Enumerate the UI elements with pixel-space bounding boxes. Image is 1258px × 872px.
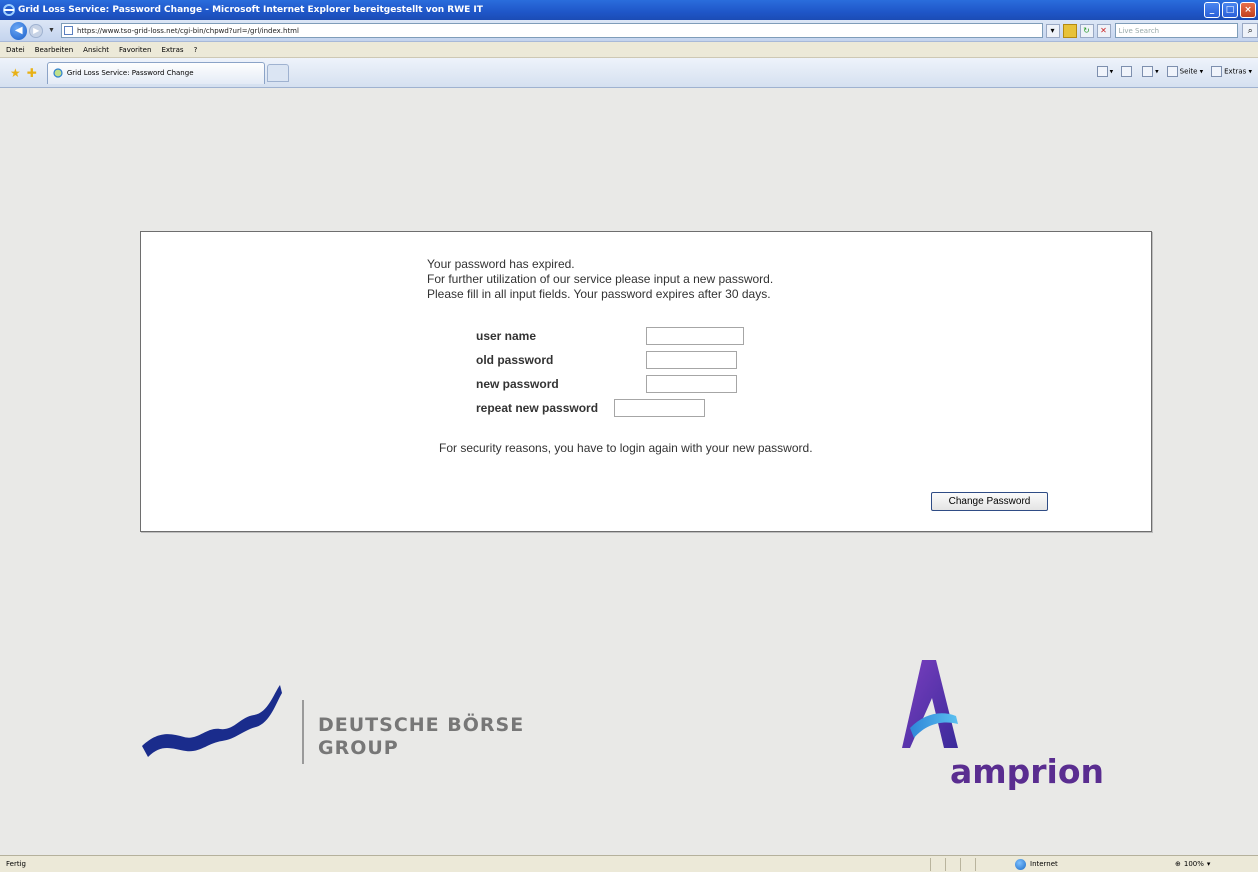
old-password-field[interactable] xyxy=(646,351,737,369)
expiry-line-2: For further utilization of our service p… xyxy=(427,272,774,286)
forward-button[interactable]: ▶ xyxy=(29,23,44,38)
favorites-star-icon[interactable]: ★ xyxy=(10,66,21,80)
deutsche-boerse-line2: GROUP xyxy=(318,737,399,759)
back-arrow-icon: ◀ xyxy=(14,25,23,36)
tools-menu[interactable]: Extras ▾ xyxy=(1211,66,1252,77)
command-bar: ▾ ▾ Seite ▾ Extras ▾ xyxy=(1096,66,1252,77)
stop-icon[interactable]: ✕ xyxy=(1096,23,1111,38)
menu-favoriten[interactable]: Favoriten xyxy=(119,46,151,54)
search-icon[interactable]: ⌕ xyxy=(1242,23,1258,38)
window-title-bar: Grid Loss Service: Password Change - Mic… xyxy=(0,0,1258,20)
amprion-logo-icon xyxy=(902,660,958,748)
tab-label: Grid Loss Service: Password Change xyxy=(66,69,194,77)
home-icon[interactable]: ▾ xyxy=(1096,66,1113,77)
maximize-button[interactable]: □ xyxy=(1222,2,1238,18)
expiry-line-1: Your password has expired. xyxy=(427,257,575,271)
gear-icon xyxy=(1211,66,1223,77)
logo-separator xyxy=(302,700,304,764)
search-input[interactable]: Live Search xyxy=(1114,23,1239,38)
address-url: https://www.tso-grid-loss.net/cgi-bin/ch… xyxy=(76,26,299,35)
deutsche-boerse-line1: DEUTSCHE BÖRSE xyxy=(318,714,525,736)
minimize-button[interactable]: _ xyxy=(1204,2,1220,18)
window-controls: _ □ × xyxy=(1204,2,1256,18)
ie-logo-icon xyxy=(3,4,15,16)
print-icon[interactable]: ▾ xyxy=(1142,66,1159,77)
globe-icon xyxy=(1015,858,1026,870)
amprion-wordmark: amprion xyxy=(950,752,1105,791)
tab-bar: ★ ✚ Grid Loss Service: Password Change ▾… xyxy=(0,58,1258,88)
feeds-icon[interactable] xyxy=(1121,66,1134,77)
page-content: Your password has expired. For further u… xyxy=(0,88,1258,855)
deutsche-boerse-wordmark: DEUTSCHE BÖRSE GROUP xyxy=(318,714,524,760)
ie-tab-icon xyxy=(53,68,63,78)
deutsche-boerse-logo-icon xyxy=(142,685,282,757)
zoom-control[interactable]: ⊕ 100% ▾ xyxy=(1175,860,1210,868)
new-tab-button[interactable] xyxy=(266,63,289,82)
security-zone[interactable]: Internet xyxy=(1015,858,1145,870)
repeat-new-password-label: repeat new password xyxy=(476,401,599,415)
menu-ansicht[interactable]: Ansicht xyxy=(83,46,109,54)
status-text: Fertig xyxy=(6,860,26,868)
page-menu-icon xyxy=(1166,66,1178,77)
status-bar: Fertig Internet ⊕ 100% ▾ xyxy=(0,855,1258,872)
zone-label: Internet xyxy=(1030,860,1058,868)
menu-help[interactable]: ? xyxy=(194,46,198,54)
tab-password-change[interactable]: Grid Loss Service: Password Change xyxy=(46,61,265,84)
add-favorite-icon[interactable]: ✚ xyxy=(27,66,37,80)
password-change-panel: Your password has expired. For further u… xyxy=(140,231,1152,532)
page-menu[interactable]: Seite ▾ xyxy=(1166,66,1203,77)
new-password-label: new password xyxy=(476,377,559,391)
address-dropdown-icon[interactable]: ▾ xyxy=(1045,23,1060,38)
security-note: For security reasons, you have to login … xyxy=(439,441,813,455)
repeat-new-password-field[interactable] xyxy=(614,399,705,417)
menu-extras[interactable]: Extras xyxy=(161,46,183,54)
menu-bar: Datei Bearbeiten Ansicht Favoriten Extra… xyxy=(0,42,1258,58)
expiry-message: Your password has expired. For further u… xyxy=(427,257,773,302)
zoom-dropdown-icon: ▾ xyxy=(1206,860,1211,868)
expiry-line-3: Please fill in all input fields. Your pa… xyxy=(427,287,771,301)
zoom-level: 100% xyxy=(1183,860,1204,868)
old-password-label: old password xyxy=(476,353,554,367)
history-dropdown-icon[interactable]: ▼ xyxy=(48,27,55,34)
user-name-field[interactable] xyxy=(646,327,744,345)
refresh-icon[interactable]: ↻ xyxy=(1079,23,1094,38)
new-password-field[interactable] xyxy=(646,375,737,393)
menu-bearbeiten[interactable]: Bearbeiten xyxy=(35,46,73,54)
search-placeholder: Live Search xyxy=(1118,26,1160,35)
menu-datei[interactable]: Datei xyxy=(6,46,25,54)
user-name-label: user name xyxy=(476,329,537,343)
address-field[interactable]: https://www.tso-grid-loss.net/cgi-bin/ch… xyxy=(60,23,1043,38)
password-form: user name old password new password repe… xyxy=(476,324,744,420)
back-button[interactable]: ◀ xyxy=(10,21,28,40)
lock-icon[interactable] xyxy=(1062,23,1077,38)
zoom-icon: ⊕ xyxy=(1175,860,1181,868)
forward-arrow-icon: ▶ xyxy=(33,26,40,35)
page-icon xyxy=(63,26,73,35)
address-toolbar: ◀ ▶ ▼ https://www.tso-grid-loss.net/cgi-… xyxy=(0,20,1258,42)
window-title: Grid Loss Service: Password Change - Mic… xyxy=(18,5,483,15)
close-button[interactable]: × xyxy=(1240,2,1256,18)
change-password-button[interactable]: Change Password xyxy=(931,492,1048,511)
